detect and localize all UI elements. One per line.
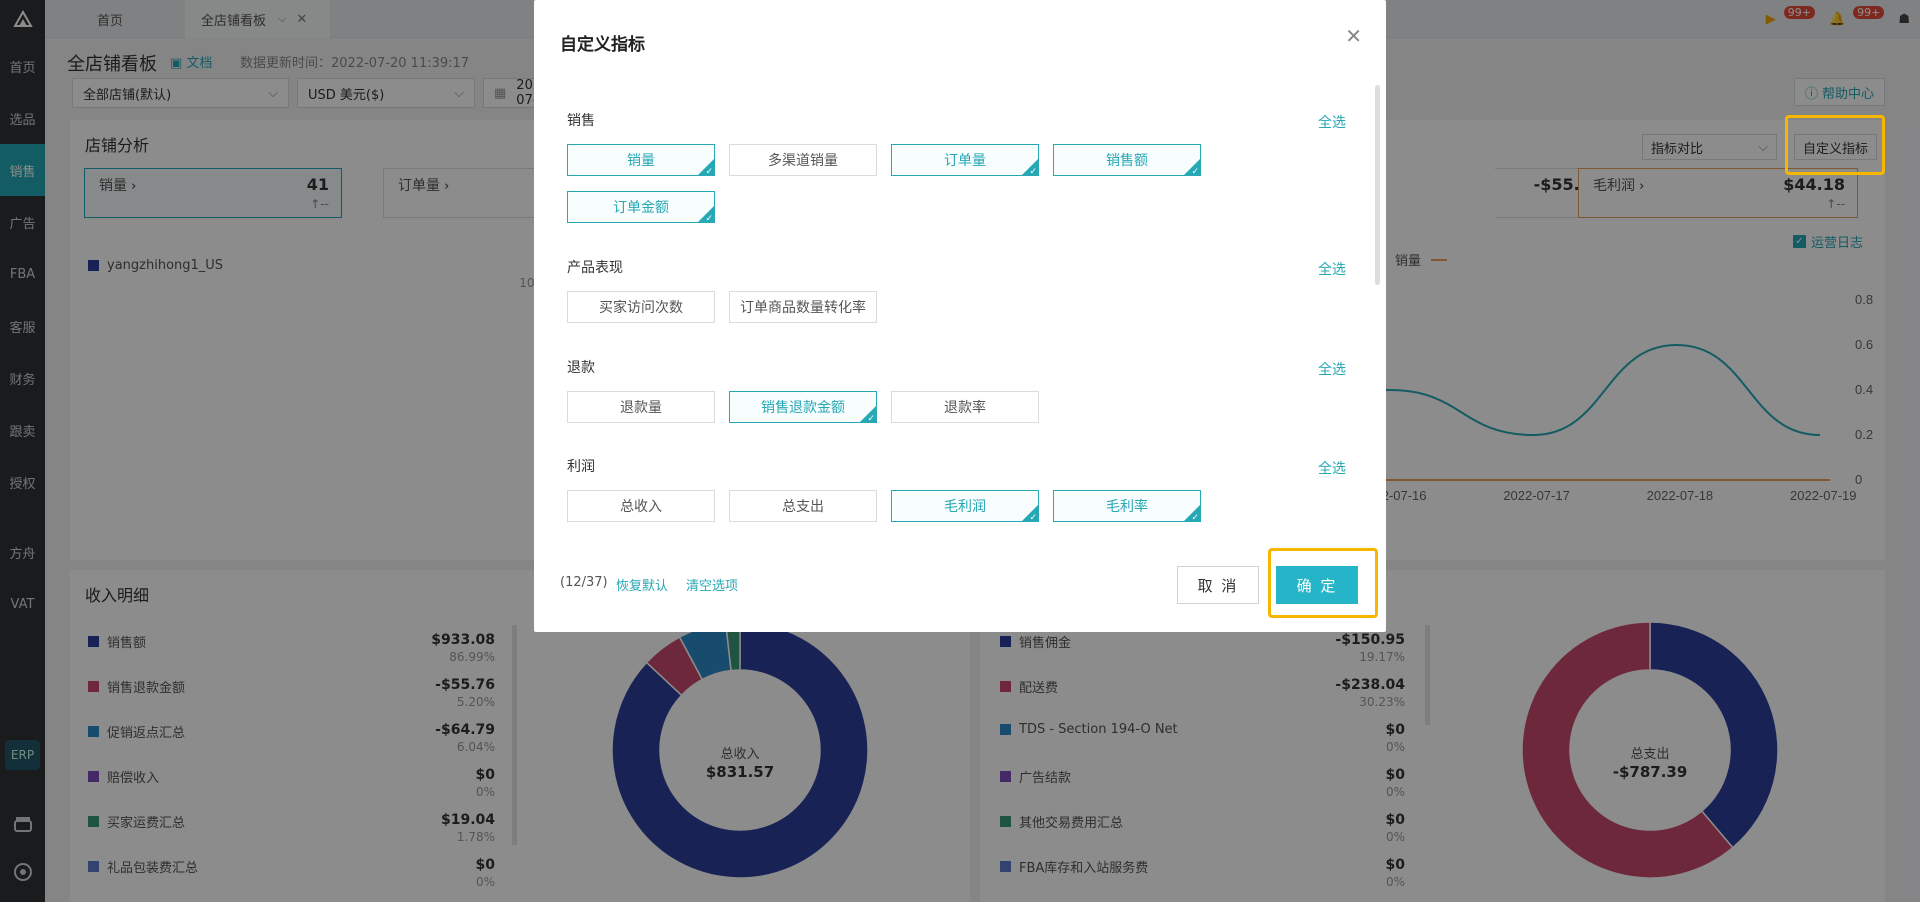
custom-metrics-highlight	[1785, 115, 1885, 175]
metric-option[interactable]: 买家访问次数	[567, 291, 715, 323]
metric-option[interactable]: 销售额	[1053, 144, 1201, 176]
metric-option[interactable]: 总支出	[729, 490, 877, 522]
section-title: 退款	[567, 360, 595, 376]
metric-option[interactable]: 退款率	[891, 391, 1039, 423]
section-title: 产品表现	[567, 260, 623, 276]
confirm-highlight	[1268, 548, 1378, 618]
metric-option[interactable]: 销售退款金额	[729, 391, 877, 423]
metric-option[interactable]: 销量	[567, 144, 715, 176]
metric-option[interactable]: 多渠道销量	[729, 144, 877, 176]
metric-option[interactable]: 订单量	[891, 144, 1039, 176]
metric-option[interactable]: 毛利润	[891, 490, 1039, 522]
dialog-title: 自定义指标	[560, 35, 645, 55]
select-all-link[interactable]: 全选	[1318, 112, 1346, 132]
metric-option[interactable]: 总收入	[567, 490, 715, 522]
clear-options-link[interactable]: 清空选项	[686, 575, 738, 594]
metric-option[interactable]: 订单金额	[567, 191, 715, 223]
cancel-button[interactable]: 取 消	[1177, 566, 1259, 604]
section-title: 利润	[567, 459, 595, 475]
section-title: 销售	[567, 113, 595, 129]
custom-metrics-dialog: 自定义指标 ✕ 销售全选销量多渠道销量订单量销售额订单金额产品表现全选买家访问次…	[534, 0, 1386, 632]
dialog-scrollbar[interactable]	[1375, 85, 1380, 285]
selected-count: (12/37)	[560, 575, 608, 590]
metric-option[interactable]: 毛利率	[1053, 490, 1201, 522]
close-icon[interactable]: ✕	[1345, 24, 1362, 48]
metric-option[interactable]: 退款量	[567, 391, 715, 423]
select-all-link[interactable]: 全选	[1318, 458, 1346, 478]
select-all-link[interactable]: 全选	[1318, 259, 1346, 279]
metric-option[interactable]: 订单商品数量转化率	[729, 291, 877, 323]
restore-default-link[interactable]: 恢复默认	[616, 575, 668, 594]
select-all-link[interactable]: 全选	[1318, 359, 1346, 379]
